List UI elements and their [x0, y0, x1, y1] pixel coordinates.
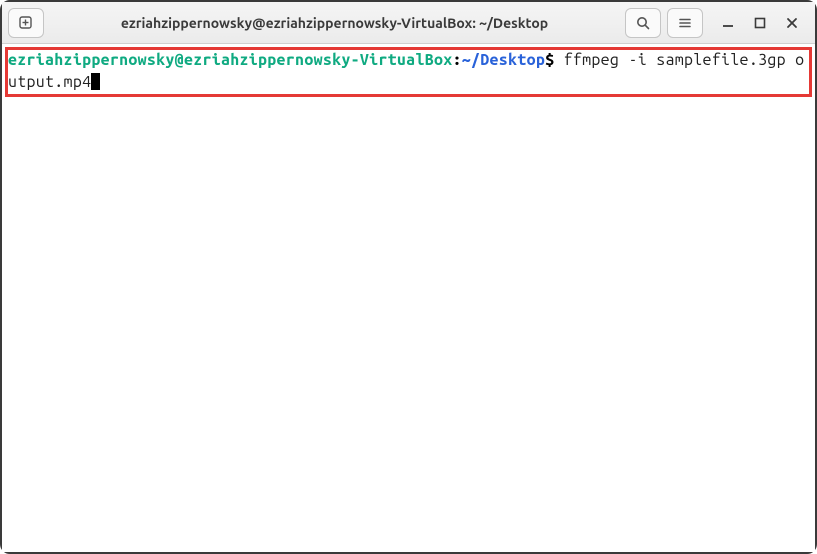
search-icon [635, 15, 651, 31]
new-tab-icon [17, 14, 35, 32]
prompt-path: ~/Desktop [462, 51, 545, 69]
minimize-icon [722, 17, 734, 29]
maximize-button[interactable] [751, 14, 769, 32]
close-button[interactable] [783, 14, 801, 32]
minimize-button[interactable] [719, 14, 737, 32]
prompt-user-host: ezriahzippernowsky@ezriahzippernowsky-Vi… [8, 51, 452, 69]
hamburger-icon [677, 15, 693, 31]
search-button[interactable] [625, 8, 661, 38]
window-controls [719, 14, 801, 32]
prompt-symbol: $ [545, 51, 554, 69]
terminal-content[interactable]: ezriahzippernowsky@ezriahzippernowsky-Vi… [2, 44, 815, 99]
prompt-separator: : [452, 51, 461, 69]
titlebar: ezriahzippernowsky@ezriahzippernowsky-Vi… [2, 2, 815, 44]
menu-button[interactable] [667, 8, 703, 38]
window-title: ezriahzippernowsky@ezriahzippernowsky-Vi… [50, 15, 619, 31]
new-tab-button[interactable] [8, 8, 44, 38]
maximize-icon [754, 17, 766, 29]
cursor [91, 73, 100, 90]
close-icon [786, 17, 798, 29]
terminal-body[interactable]: ezriahzippernowsky@ezriahzippernowsky-Vi… [2, 44, 815, 552]
